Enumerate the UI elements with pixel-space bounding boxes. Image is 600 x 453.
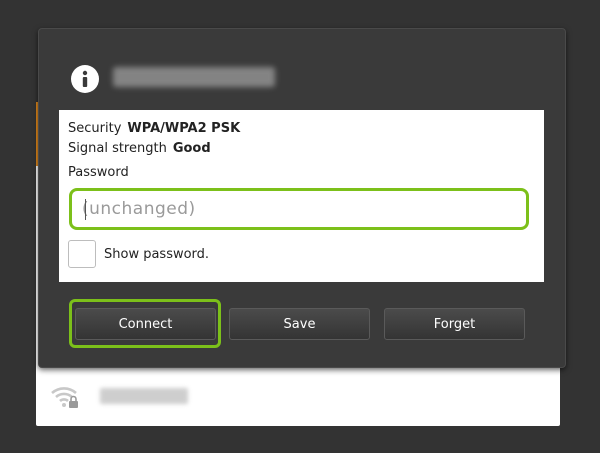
show-password-checkbox[interactable] — [68, 240, 96, 268]
ssid-redacted — [100, 388, 188, 404]
wifi-dialog: Security WPA/WPA2 PSK Signal strength Good… — [38, 28, 566, 368]
save-button[interactable]: Save — [229, 308, 370, 340]
wifi-network-row[interactable] — [36, 366, 560, 426]
dialog-content: Security WPA/WPA2 PSK Signal strength Good… — [59, 110, 544, 282]
text-cursor — [85, 199, 86, 220]
signal-label: Signal strength — [68, 141, 167, 156]
security-value: WPA/WPA2 PSK — [127, 121, 241, 136]
password-label: Password — [68, 165, 129, 180]
password-field-frame — [69, 188, 529, 230]
wifi-locked-icon — [50, 384, 80, 410]
password-input[interactable] — [72, 191, 526, 227]
signal-row: Signal strength Good — [68, 141, 211, 156]
info-icon — [71, 65, 99, 93]
security-row: Security WPA/WPA2 PSK — [68, 121, 240, 136]
forget-button[interactable]: Forget — [384, 308, 525, 340]
dialog-title-redacted — [113, 67, 275, 87]
show-password-label[interactable]: Show password. — [104, 247, 209, 262]
security-label: Security — [68, 121, 122, 136]
signal-value: Good — [172, 141, 211, 156]
connect-button[interactable]: Connect — [75, 308, 216, 340]
